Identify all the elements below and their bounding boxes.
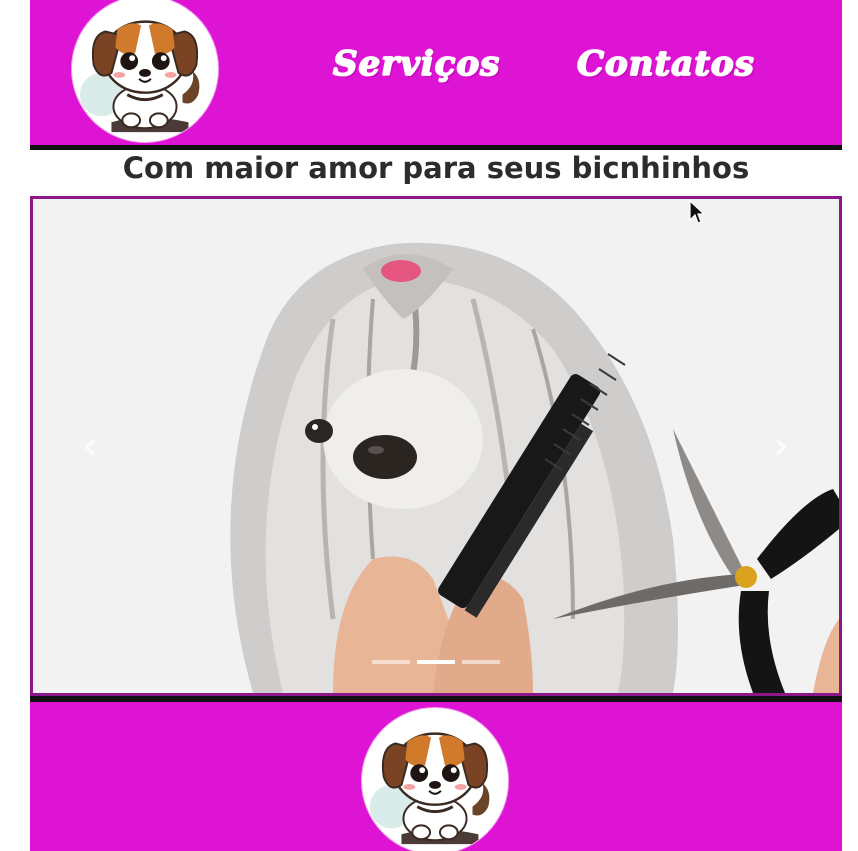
- chevron-left-icon: ‹: [82, 423, 98, 469]
- site-footer: [30, 702, 842, 851]
- image-carousel[interactable]: ‹ ›: [30, 196, 842, 696]
- chevron-right-icon: ›: [773, 423, 789, 469]
- puppy-logo-icon: [361, 707, 509, 851]
- page: Serviços Contatos Com maior amor para se…: [0, 0, 858, 851]
- site-header: Serviços Contatos: [30, 0, 842, 145]
- dog-grooming-photo: [33, 199, 839, 693]
- puppy-logo-art: [369, 732, 490, 845]
- carousel-indicator-1[interactable]: [372, 660, 410, 664]
- carousel-next-button[interactable]: ›: [766, 421, 796, 471]
- carousel-prev-button[interactable]: ‹: [75, 421, 105, 471]
- puppy-logo-icon[interactable]: [71, 0, 219, 143]
- carousel-indicator-3[interactable]: [462, 660, 500, 664]
- carousel-indicators: [372, 660, 502, 666]
- puppy-logo-art: [79, 20, 200, 133]
- nav-link-contatos[interactable]: Contatos: [576, 43, 755, 84]
- carousel-indicator-2[interactable]: [417, 660, 455, 664]
- nav-link-servicos[interactable]: Serviços: [332, 43, 500, 84]
- page-tagline: Com maior amor para seus bicnhinhos: [122, 151, 750, 185]
- mouse-cursor-icon: [689, 200, 705, 224]
